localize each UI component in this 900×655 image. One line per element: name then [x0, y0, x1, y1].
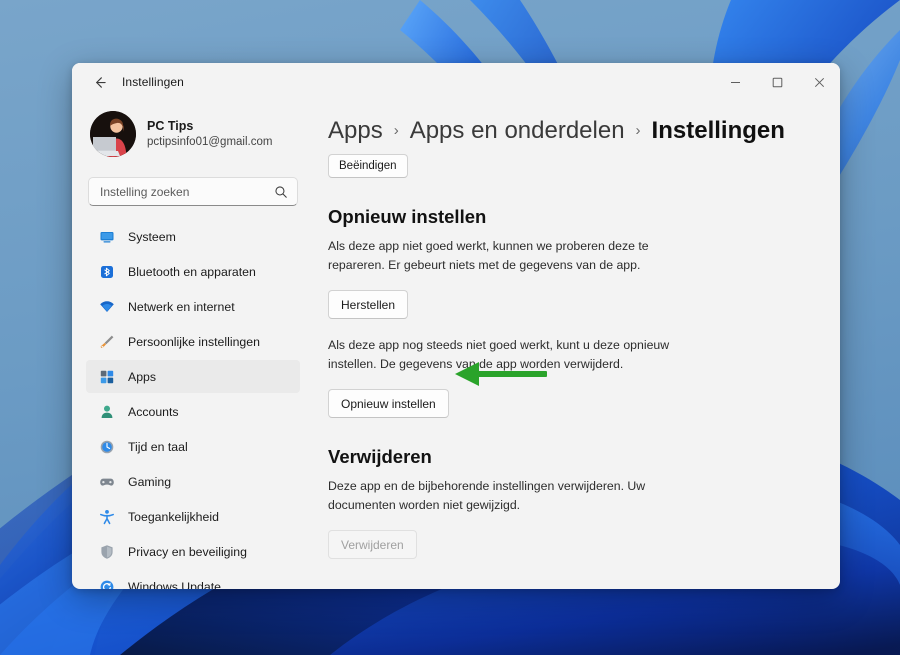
sidebar-item-label: Privacy en beveiliging — [128, 544, 247, 559]
account-row[interactable]: PC Tips pctipsinfo01@gmail.com — [86, 105, 300, 161]
repair-button[interactable]: Herstellen — [328, 290, 409, 320]
minimize-icon[interactable] — [714, 63, 756, 101]
sidebar-item-accounts[interactable]: Accounts — [86, 395, 300, 428]
breadcrumb-instellingen: Instellingen — [651, 117, 785, 144]
clock-globe-icon — [98, 438, 115, 455]
sidebar-item-toegankelijkheid[interactable]: Toegankelijkheid — [86, 500, 300, 533]
person-icon — [98, 403, 115, 420]
bluetooth-icon — [98, 263, 115, 280]
search-input[interactable] — [100, 184, 274, 199]
back-icon[interactable] — [84, 67, 114, 97]
wifi-icon — [98, 298, 115, 315]
reset-button-row: Opnieuw instellen — [328, 389, 806, 419]
window-body: PC Tips pctipsinfo01@gmail.com Instellin… — [72, 101, 840, 589]
reset-section-title: Opnieuw instellen — [328, 206, 487, 227]
sidebar-item-bluetooth[interactable]: Bluetooth en apparaten — [86, 255, 300, 288]
sidebar-item-label: Windows Update — [128, 579, 221, 589]
repair-button-row: Herstellen — [328, 290, 806, 320]
reset-description: Als deze app nog steeds niet goed werkt,… — [328, 338, 670, 372]
sidebar-nav: Systeem Bluetooth en apparaten Netwerk e… — [86, 220, 300, 589]
terminate-button[interactable]: Beëindigen — [328, 154, 408, 178]
reset-button[interactable]: Opnieuw instellen — [328, 389, 449, 419]
sidebar-item-label: Gaming — [128, 474, 172, 489]
close-icon[interactable] — [798, 63, 840, 101]
sidebar-item-systeem[interactable]: Systeem — [86, 220, 300, 253]
uninstall-button-row: Verwijderen — [328, 530, 806, 560]
sidebar-item-label: Tijd en taal — [128, 439, 188, 454]
accessibility-icon — [98, 508, 115, 525]
addons-section-title: App-invoegtoepassingen en downloadbare i… — [328, 585, 688, 589]
sidebar-item-netwerk[interactable]: Netwerk en internet — [86, 290, 300, 323]
sidebar-item-label: Toegankelijkheid — [128, 509, 219, 524]
sidebar-item-persoonlijke-instellingen[interactable]: Persoonlijke instellingen — [86, 325, 300, 358]
maximize-icon[interactable] — [756, 63, 798, 101]
sidebar-item-label: Netwerk en internet — [128, 299, 235, 314]
sidebar: PC Tips pctipsinfo01@gmail.com Instellin… — [72, 101, 310, 589]
chevron-right-icon: › — [635, 122, 641, 139]
sidebar-item-label: Persoonlijke instellingen — [128, 334, 260, 349]
window-controls — [714, 63, 840, 101]
sidebar-item-windows-update[interactable]: Windows Update — [86, 570, 300, 589]
search-icon[interactable] — [274, 185, 288, 199]
uninstall-description: Deze app en de bijbehorende instellingen… — [328, 479, 646, 513]
breadcrumb: Apps › Apps en onderdelen › Instellingen — [328, 111, 806, 145]
main-content: Apps › Apps en onderdelen › Instellingen… — [310, 101, 840, 589]
breadcrumb-apps-en-onderdelen[interactable]: Apps en onderdelen — [410, 117, 625, 145]
sidebar-item-label: Accounts — [128, 404, 179, 419]
account-name: PC Tips — [147, 119, 194, 133]
chevron-right-icon: › — [393, 122, 399, 139]
uninstall-button[interactable]: Verwijderen — [328, 530, 417, 560]
sidebar-item-gaming[interactable]: Gaming — [86, 465, 300, 498]
sidebar-item-privacy[interactable]: Privacy en beveiliging — [86, 535, 300, 568]
sidebar-item-label: Apps — [128, 369, 157, 384]
window-title: Instellingen — [122, 75, 184, 89]
sidebar-item-tijd-en-taal[interactable]: Tijd en taal — [86, 430, 300, 463]
uninstall-section-title: Verwijderen — [328, 446, 432, 468]
gamepad-icon — [98, 473, 115, 490]
window-titlebar: Instellingen — [72, 63, 840, 101]
sidebar-item-apps[interactable]: Apps — [86, 360, 300, 394]
user-avatar[interactable] — [90, 111, 136, 157]
monitor-icon — [98, 228, 115, 245]
search-box[interactable] — [88, 177, 298, 207]
repair-description: Als deze app niet goed werkt, kunnen we … — [328, 239, 649, 273]
shield-icon — [98, 543, 115, 560]
account-email: pctipsinfo01@gmail.com — [147, 135, 273, 148]
apps-grid-icon — [98, 368, 115, 385]
paintbrush-icon — [98, 333, 115, 350]
account-text: PC Tips pctipsinfo01@gmail.com — [147, 119, 272, 149]
breadcrumb-apps[interactable]: Apps — [328, 117, 383, 145]
update-icon — [98, 578, 115, 589]
sidebar-item-label: Bluetooth en apparaten — [128, 264, 256, 279]
settings-window: Instellingen PC Tips pctipsinfo01@gmail.… — [72, 63, 840, 589]
sidebar-item-label: Systeem — [128, 229, 176, 244]
